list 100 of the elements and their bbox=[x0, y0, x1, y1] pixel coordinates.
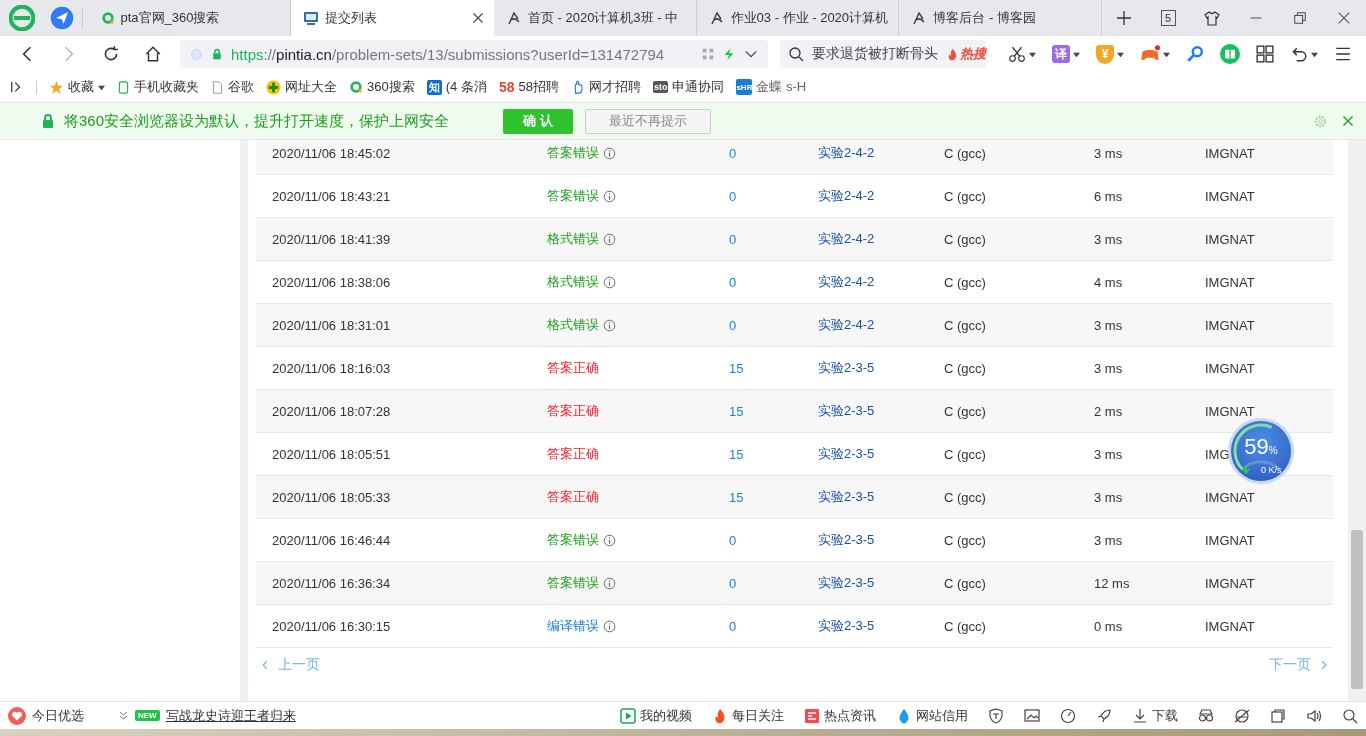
score-link[interactable]: 0 bbox=[729, 231, 737, 247]
problem-link[interactable]: 实验2-4-2 bbox=[818, 316, 875, 334]
result-text[interactable]: 格式错误 bbox=[547, 273, 599, 291]
score-link[interactable]: 0 bbox=[729, 145, 737, 161]
translate-icon[interactable]: 译 bbox=[1052, 45, 1070, 63]
info-icon bbox=[603, 146, 616, 160]
browser-tab[interactable]: 作业03 - 作业 - 2020计算机 bbox=[696, 0, 900, 36]
score-link[interactable]: 0 bbox=[729, 188, 737, 204]
search-logo-icon bbox=[100, 11, 115, 25]
problem-link[interactable]: 实验2-3-5 bbox=[818, 359, 875, 377]
search-field[interactable]: 要求退货被打断骨头 热搜 bbox=[780, 40, 986, 68]
runtime-text: 3 ms bbox=[1094, 317, 1123, 333]
close-icon bbox=[1337, 11, 1351, 25]
network-rate: 0 K/s bbox=[1261, 465, 1282, 475]
info-icon bbox=[603, 533, 616, 547]
status-bar-link[interactable]: 热点资讯 bbox=[824, 706, 876, 725]
status-bar-link[interactable]: 每日关注 bbox=[732, 706, 784, 725]
score-link[interactable]: 15 bbox=[729, 360, 744, 376]
download-arrow-icon bbox=[1242, 465, 1250, 474]
score-link[interactable]: 0 bbox=[729, 274, 737, 290]
zhihu-icon: 知 bbox=[426, 79, 442, 95]
submit-time-text: 2020/11/06 18:31:01 bbox=[272, 317, 391, 333]
user-text: IMGNAT bbox=[1205, 317, 1255, 333]
browser-tab[interactable]: 提交列表 bbox=[291, 0, 494, 36]
caret-icon bbox=[1117, 50, 1124, 58]
score-link[interactable]: 0 bbox=[729, 532, 737, 548]
bookmark-link[interactable]: 收藏 bbox=[68, 78, 94, 96]
bookmark-link[interactable]: 金蝶 s-H bbox=[756, 78, 807, 96]
submit-time-text: 2020/11/06 16:30:15 bbox=[272, 618, 391, 634]
address-field[interactable]: https://pintia.cn/problem-sets/13/submissions?userId=131472794 bbox=[180, 40, 768, 68]
status-bar-link[interactable]: 下载 bbox=[1152, 706, 1178, 725]
logo-icon: sto bbox=[652, 81, 669, 93]
bookmark-link[interactable]: 网址大全 bbox=[285, 78, 337, 96]
default-browser-message: 将360安全浏览器设为默认，提升打开速度，保护上网安全 bbox=[64, 111, 451, 131]
browser-tab[interactable]: 首页 - 2020计算机3班 - 中 bbox=[493, 0, 697, 36]
bookmark-link[interactable]: 申通协同 bbox=[672, 78, 725, 96]
page-icon bbox=[211, 80, 224, 94]
problem-link[interactable]: 实验2-4-2 bbox=[818, 187, 875, 205]
bookmark-link[interactable]: 谷歌 bbox=[228, 78, 254, 96]
compiler-text: C (gcc) bbox=[944, 231, 986, 247]
problem-link[interactable]: 实验2-4-2 bbox=[818, 144, 875, 162]
submit-time-text: 2020/11/06 16:46:44 bbox=[272, 532, 391, 548]
result-text[interactable]: 答案错误 bbox=[547, 187, 599, 205]
browser-icon bbox=[1234, 707, 1250, 724]
chevron-left-icon bbox=[260, 660, 270, 670]
user-text: IMGNAT bbox=[1205, 532, 1255, 548]
bookmark-link[interactable]: (4 条消 bbox=[445, 78, 487, 96]
submit-time-text: 2020/11/06 18:43:21 bbox=[272, 188, 391, 204]
submit-time-text: 2020/11/06 18:05:51 bbox=[272, 446, 391, 462]
close-icon bbox=[471, 12, 484, 24]
reload-icon bbox=[102, 45, 120, 63]
pen-logo-icon bbox=[708, 10, 725, 26]
shirt-icon bbox=[1204, 10, 1220, 26]
result-text[interactable]: 答案正确 bbox=[547, 402, 599, 420]
runtime-text: 4 ms bbox=[1094, 274, 1123, 290]
score-link[interactable]: 15 bbox=[729, 446, 744, 462]
compiler-text: C (gcc) bbox=[944, 618, 986, 634]
scrollbar-thumb[interactable] bbox=[1351, 530, 1363, 689]
image-icon bbox=[1024, 707, 1040, 724]
promo-link[interactable]: 写战龙史诗迎王者归来 bbox=[165, 706, 296, 725]
problem-link[interactable]: 实验2-3-5 bbox=[818, 445, 875, 463]
site-dot-icon bbox=[190, 47, 203, 61]
score-link[interactable]: 0 bbox=[729, 575, 737, 591]
score-link[interactable]: 15 bbox=[729, 403, 744, 419]
result-text[interactable]: 答案错误 bbox=[547, 531, 599, 549]
submit-time-text: 2020/11/06 16:36:34 bbox=[272, 575, 391, 591]
bookmark-link[interactable]: 手机收藏夹 bbox=[134, 78, 199, 96]
problem-link[interactable]: 实验2-3-5 bbox=[818, 402, 875, 420]
result-text[interactable]: 编译错误 bbox=[547, 617, 599, 635]
result-text[interactable]: 答案正确 bbox=[547, 445, 599, 463]
problem-link[interactable]: 实验2-3-5 bbox=[818, 574, 875, 592]
status-bar-link[interactable]: 我的视频 bbox=[640, 706, 692, 725]
compiler-text: C (gcc) bbox=[944, 446, 986, 462]
problem-link[interactable]: 实验2-4-2 bbox=[818, 273, 875, 291]
problem-link[interactable]: 实验2-3-5 bbox=[818, 531, 875, 549]
percent-unit: % bbox=[1268, 445, 1278, 456]
result-text[interactable]: 答案正确 bbox=[547, 488, 599, 506]
bookmark-link[interactable]: 网才招聘 bbox=[588, 78, 641, 96]
score-link[interactable]: 15 bbox=[729, 489, 744, 505]
score-link[interactable]: 0 bbox=[729, 317, 737, 333]
problem-link[interactable]: 实验2-4-2 bbox=[818, 230, 875, 248]
home-icon bbox=[144, 45, 162, 63]
problem-link[interactable]: 实验2-3-5 bbox=[818, 617, 875, 635]
status-bar-link[interactable]: 网站信用 bbox=[916, 706, 968, 725]
result-text[interactable]: 答案正确 bbox=[547, 359, 599, 377]
runtime-text: 3 ms bbox=[1094, 489, 1123, 505]
user-text: IMGNAT bbox=[1205, 575, 1255, 591]
browser-logo-icon bbox=[8, 5, 35, 31]
caret-icon bbox=[1163, 50, 1170, 58]
problem-link[interactable]: 实验2-3-5 bbox=[818, 488, 875, 506]
bookmark-link[interactable]: 58招聘 bbox=[518, 78, 559, 96]
lightning-icon bbox=[722, 47, 736, 61]
browser-tab[interactable]: 博客后台 - 博客园 bbox=[899, 0, 1102, 36]
user-text: IMGNAT bbox=[1205, 618, 1255, 634]
daily-picks-link[interactable]: 今日优选 bbox=[32, 706, 84, 725]
bookmark-link[interactable]: 360搜索 bbox=[367, 78, 415, 96]
grid-icon bbox=[1256, 45, 1274, 63]
score-link[interactable]: 0 bbox=[729, 618, 737, 634]
qr-icon bbox=[702, 48, 714, 60]
tab-count-icon[interactable]: 5 bbox=[1160, 10, 1176, 26]
